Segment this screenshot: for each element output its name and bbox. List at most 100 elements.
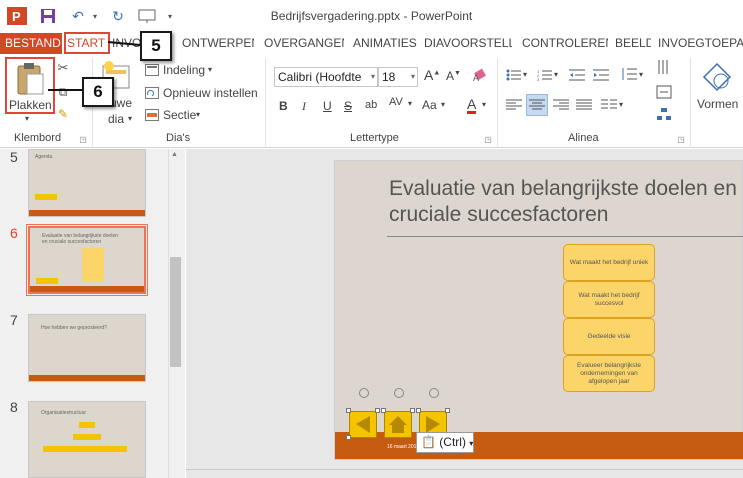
slide-title[interactable]: Evaluatie van belangrijkste doelen en cr… [389,176,739,228]
new-slide-dropdown-icon[interactable]: ▾ [128,114,132,123]
scrollbar-thumb[interactable] [170,257,181,367]
thumbnail-org-box [73,434,101,440]
layout-dropdown-icon[interactable]: ▾ [208,65,212,74]
clear-formatting-icon[interactable]: A [472,67,490,83]
chevron-down-icon[interactable]: ▾ [441,100,445,109]
tab-diavoorstelling[interactable]: DIAVOORSTELLI [424,33,512,54]
thumbnail-number: 6 [10,225,18,241]
spacing-icon[interactable]: ab [365,99,377,111]
slide-canvas[interactable]: Evaluatie van belangrijkste doelen en cr… [334,160,743,460]
rotate-handle-icon[interactable] [359,388,369,398]
selection-handle[interactable] [346,408,351,413]
slide-thumbnail-5[interactable]: Agenda [28,149,146,217]
selection-handle[interactable] [375,408,380,413]
text-direction-icon[interactable] [655,58,673,76]
chevron-down-icon[interactable]: ▾ [554,70,558,79]
slide-thumbnail-8[interactable]: Organisatiestructuur [28,401,146,478]
chevron-down-icon[interactable]: ▾ [619,100,623,109]
italic-button[interactable]: I [302,99,306,114]
scroll-up-icon[interactable]: ▲ [171,151,178,158]
paste-dropdown-icon[interactable]: ▾ [25,114,29,123]
selection-handle[interactable] [445,408,450,413]
thumbnail-footer [30,286,144,292]
shrink-font-icon[interactable]: A▼ [446,69,461,83]
format-painter-icon[interactable]: ✎ [56,106,70,122]
shapes-label[interactable]: Vormen [697,97,738,111]
change-case-icon[interactable]: Aa [422,98,437,112]
bullets-icon[interactable] [505,68,523,82]
chevron-down-icon: ▾ [469,439,474,448]
tab-bestand[interactable]: BESTAND [0,33,62,54]
section-label[interactable]: Sectie [163,108,196,122]
slide-thumbnail-7[interactable]: Hoe hebben we geprosteerd? [28,314,146,382]
align-right-icon[interactable] [552,98,570,112]
paste-options-button[interactable]: 📋 (Ctrl) ▾ [416,432,474,453]
numbering-icon[interactable]: 123 [536,68,554,82]
decrease-indent-icon[interactable] [568,68,586,82]
columns-icon[interactable] [600,98,618,112]
align-text-icon[interactable] [655,84,673,100]
bold-button[interactable]: B [279,99,288,113]
tab-invoegtoepassingen[interactable]: INVOEGTOEPAS [658,33,743,54]
smartart-box-3[interactable]: Gedeelde visie [563,318,655,355]
copy-icon[interactable]: ⧉ [56,84,70,100]
increase-indent-icon[interactable] [592,68,610,82]
slide-thumbnail-6[interactable]: Evaluatie van belangrijkste doelen en cr… [26,224,148,296]
align-center-icon[interactable] [526,94,548,116]
chevron-down-icon[interactable]: ▾ [482,100,486,109]
start-tab-highlight [64,32,110,54]
selection-handle[interactable] [410,408,415,413]
layout-label[interactable]: Indeling [163,63,205,77]
shapes-icon[interactable] [700,60,734,94]
chevron-down-icon[interactable]: ▾ [408,99,412,108]
thumbnail-boxes [82,248,104,282]
grow-font-icon[interactable]: A▲ [424,67,440,83]
strikethrough-button[interactable]: S [344,99,352,113]
character-spacing-icon[interactable]: AV [389,96,403,108]
smartart-convert-icon[interactable] [655,106,673,122]
separator [265,58,266,146]
tab-animaties[interactable]: ANIMATIES [353,33,417,54]
tab-overgangen[interactable]: OVERGANGEN [264,33,344,54]
thumbnail-number: 8 [10,399,18,415]
font-name-value: Calibri (Hoofdte [278,70,362,84]
chevron-down-icon[interactable]: ▾ [639,70,643,79]
layout-icon[interactable] [145,63,159,77]
new-slide-label-2[interactable]: dia [108,112,124,126]
tab-ontwerpen[interactable]: ONTWERPEN [182,33,254,54]
font-size-combo[interactable]: 18 ▾ [378,67,418,87]
section-dropdown-icon[interactable]: ▾ [196,110,200,119]
clipboard-group-label: Klembord [14,132,62,144]
reset-label[interactable]: Opnieuw instellen [163,86,258,100]
rotate-handle-icon[interactable] [429,388,439,398]
svg-text:3: 3 [537,77,540,81]
rotate-handle-icon[interactable] [394,388,404,398]
font-name-combo[interactable]: Calibri (Hoofdte ▾ [274,67,378,87]
selection-handle[interactable] [346,435,351,440]
footer-date: 16 maart 201 [387,444,417,450]
cut-icon[interactable]: ✂ [56,60,70,76]
clipboard-icon: 📋 [421,435,436,449]
section-icon[interactable] [145,108,159,122]
action-button-home[interactable] [384,411,412,438]
clipboard-launcher-icon[interactable]: ◳ [78,134,88,144]
selection-handle[interactable] [381,408,386,413]
font-color-button[interactable]: A [467,97,477,114]
paragraph-launcher-icon[interactable]: ◳ [676,134,686,144]
reset-icon[interactable] [145,86,159,100]
smartart-box-2[interactable]: Wat maakt het bedrijf succesvol [563,281,655,318]
tab-beeld[interactable]: BEELD [615,33,651,54]
smartart-box-1[interactable]: Wat maakt het bedrijf uniek [563,244,655,281]
justify-icon[interactable] [575,98,593,112]
chevron-down-icon[interactable]: ▾ [523,70,527,79]
line-spacing-icon[interactable] [620,66,638,82]
underline-button[interactable]: U [323,99,332,113]
action-button-back[interactable] [349,411,377,438]
font-launcher-icon[interactable]: ◳ [483,134,493,144]
thumbnail-scrollbar[interactable]: ▲ [168,149,182,478]
tab-controleren[interactable]: CONTROLEREN [522,33,608,54]
align-left-icon[interactable] [505,98,523,112]
slides-group-label: Dia's [166,132,191,144]
selection-handle[interactable] [416,408,421,413]
smartart-box-4[interactable]: Evalueer belangrijkste ondernemingen van… [563,355,655,392]
